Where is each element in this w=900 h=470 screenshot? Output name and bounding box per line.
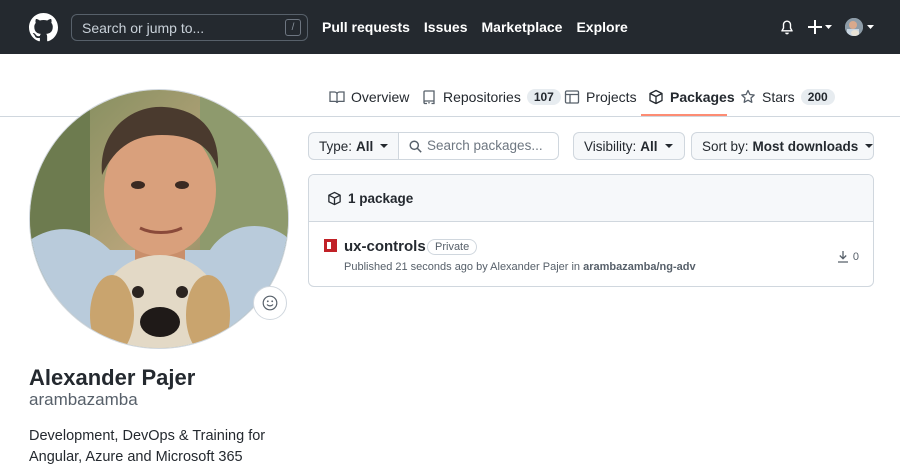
global-search-input[interactable]: Search or jump to... /: [71, 14, 308, 41]
global-search-placeholder: Search or jump to...: [82, 20, 205, 36]
type-filter-value: All: [356, 138, 374, 154]
profile-photo: [30, 90, 288, 348]
package-search-input[interactable]: [427, 138, 555, 153]
tab-overview[interactable]: Overview: [329, 86, 409, 108]
profile-bio: Development, DevOps & Training for Angul…: [29, 426, 279, 468]
type-filter-dropdown[interactable]: Type: All: [308, 132, 399, 160]
smiley-icon: [262, 295, 278, 311]
npm-icon: [324, 239, 337, 252]
package-meta: Published 21 seconds ago by Alexander Pa…: [344, 261, 696, 273]
tab-packages-label: Packages: [670, 89, 735, 105]
download-icon: [837, 251, 848, 263]
tab-overview-label: Overview: [351, 89, 410, 105]
set-status-button[interactable]: [253, 286, 287, 320]
search-icon: [409, 140, 422, 153]
header-nav: Pull requests Issues Marketplace Explore: [322, 19, 628, 35]
package-downloads: 0: [837, 250, 859, 263]
type-filter-label: Type:: [319, 138, 353, 154]
stars-counter: 200: [800, 89, 835, 105]
package-list-header: 1 package: [309, 175, 873, 222]
visibility-filter-value: All: [640, 138, 658, 154]
visibility-filter-dropdown[interactable]: Visibility: All: [573, 132, 685, 160]
package-search[interactable]: [398, 132, 559, 160]
nav-pull-requests[interactable]: Pull requests: [322, 19, 410, 35]
nav-issues[interactable]: Issues: [424, 19, 468, 35]
visibility-filter-label: Visibility:: [584, 138, 637, 154]
book-icon: [329, 91, 345, 104]
nav-marketplace[interactable]: Marketplace: [482, 19, 563, 35]
package-icon: [649, 89, 663, 105]
package-icon: [328, 191, 341, 206]
chevron-down-icon: [380, 144, 389, 148]
top-header: Search or jump to... / Pull requests Iss…: [0, 0, 900, 54]
tab-stars[interactable]: Stars 200: [740, 86, 835, 108]
tab-repositories[interactable]: Repositories 107: [421, 86, 561, 108]
package-repo-link[interactable]: arambazamba/ng-adv: [583, 261, 695, 273]
search-shortcut-key: /: [285, 19, 301, 36]
package-published-text: Published 21 seconds ago by Alexander Pa…: [344, 261, 581, 273]
list-item: ux-controls Private Published 21 seconds…: [309, 222, 873, 286]
sort-value: Most downloads: [752, 138, 859, 154]
tab-projects[interactable]: Projects: [564, 86, 637, 108]
sort-label: Sort by:: [702, 138, 749, 154]
tab-repositories-label: Repositories: [443, 89, 521, 105]
tab-projects-label: Projects: [586, 89, 637, 105]
avatar[interactable]: [845, 17, 875, 37]
profile-bio-line-2: Angular, Azure and Microsoft 365: [29, 449, 243, 465]
star-icon: [741, 89, 755, 103]
package-name-link[interactable]: ux-controls: [344, 238, 426, 255]
tab-stars-label: Stars: [762, 89, 795, 105]
profile-bio-line-1: Development, DevOps & Training for: [29, 428, 266, 444]
project-icon: [564, 90, 580, 104]
visibility-badge: Private: [427, 239, 478, 255]
profile-avatar: [29, 89, 289, 349]
profile-login: arambazamba: [29, 390, 138, 409]
chevron-down-icon: [664, 144, 673, 148]
package-list: 1 package ux-controls Private Published …: [308, 174, 874, 287]
bell-icon[interactable]: [779, 19, 795, 36]
chevron-down-icon: [865, 144, 874, 148]
sort-dropdown[interactable]: Sort by: Most downloads: [691, 132, 874, 160]
github-logo-icon[interactable]: [29, 13, 58, 42]
repo-icon: [423, 90, 435, 105]
repositories-counter: 107: [526, 89, 561, 105]
package-download-count: 0: [852, 250, 859, 263]
plus-icon[interactable]: [807, 18, 832, 36]
nav-explore[interactable]: Explore: [576, 19, 627, 35]
profile-full-name: Alexander Pajer: [29, 365, 196, 390]
package-count: 1 package: [348, 191, 414, 206]
tab-packages[interactable]: Packages: [648, 86, 735, 108]
